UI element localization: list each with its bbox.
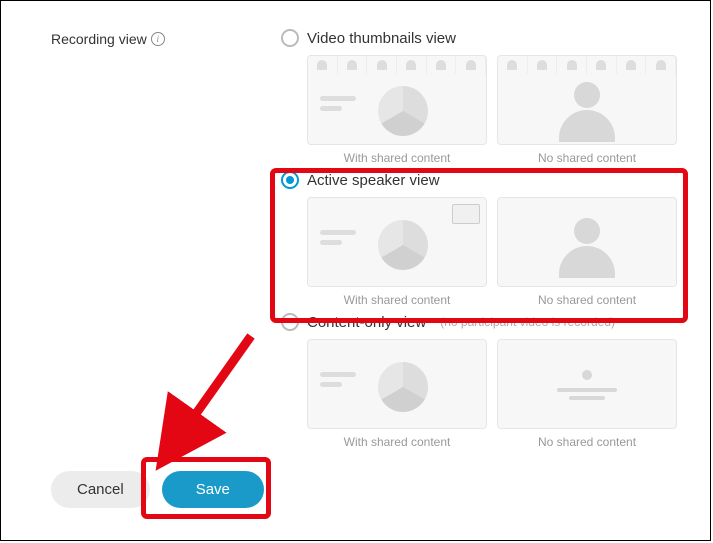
radio-icon (281, 171, 299, 189)
preview-caption: No shared content (497, 151, 677, 165)
preview-caption: With shared content (307, 151, 487, 165)
save-button[interactable]: Save (162, 471, 264, 508)
option-title: Active speaker view (307, 172, 440, 189)
preview-image (307, 339, 487, 429)
actions: Cancel Save (51, 471, 264, 508)
preview-image (497, 339, 677, 429)
option-hint: (no participant video is recorded) (440, 315, 615, 329)
section-label: Recording view i (51, 31, 165, 47)
preview-with-shared: With shared content (307, 197, 487, 307)
cancel-button[interactable]: Cancel (51, 471, 150, 508)
preview-no-shared: No shared content (497, 339, 677, 449)
preview-caption: No shared content (497, 435, 677, 449)
radio-icon (281, 313, 299, 331)
preview-caption: With shared content (307, 293, 487, 307)
preview-image (497, 197, 677, 287)
option-title: Video thumbnails view (307, 30, 456, 47)
previews-active-speaker: With shared content No shared content (307, 197, 680, 307)
preview-with-shared: With shared content (307, 339, 487, 449)
preview-caption: With shared content (307, 435, 487, 449)
radio-active-speaker[interactable]: Active speaker view (281, 171, 680, 189)
preview-image (307, 55, 487, 145)
recording-view-options: Video thumbnails view With shared conten… (281, 29, 680, 449)
preview-no-shared: No shared content (497, 55, 677, 165)
option-title: Content-only view (307, 314, 426, 331)
preview-with-shared: With shared content (307, 55, 487, 165)
section-label-text: Recording view (51, 31, 147, 47)
preview-image (307, 197, 487, 287)
radio-video-thumbnails[interactable]: Video thumbnails view (281, 29, 680, 47)
recording-view-panel: Recording view i Video thumbnails view W… (0, 0, 711, 541)
radio-content-only[interactable]: Content-only view (no participant video … (281, 313, 680, 331)
radio-icon (281, 29, 299, 47)
preview-image (497, 55, 677, 145)
option-content-only: Content-only view (no participant video … (281, 313, 680, 449)
previews-content-only: With shared content No shared content (307, 339, 680, 449)
preview-caption: No shared content (497, 293, 677, 307)
info-icon[interactable]: i (151, 32, 165, 46)
previews-video-thumbnails: With shared content No shared content (307, 55, 680, 165)
preview-no-shared: No shared content (497, 197, 677, 307)
option-active-speaker: Active speaker view With shared content … (281, 171, 680, 307)
option-video-thumbnails: Video thumbnails view With shared conten… (281, 29, 680, 165)
mini-speaker-icon (452, 204, 480, 224)
